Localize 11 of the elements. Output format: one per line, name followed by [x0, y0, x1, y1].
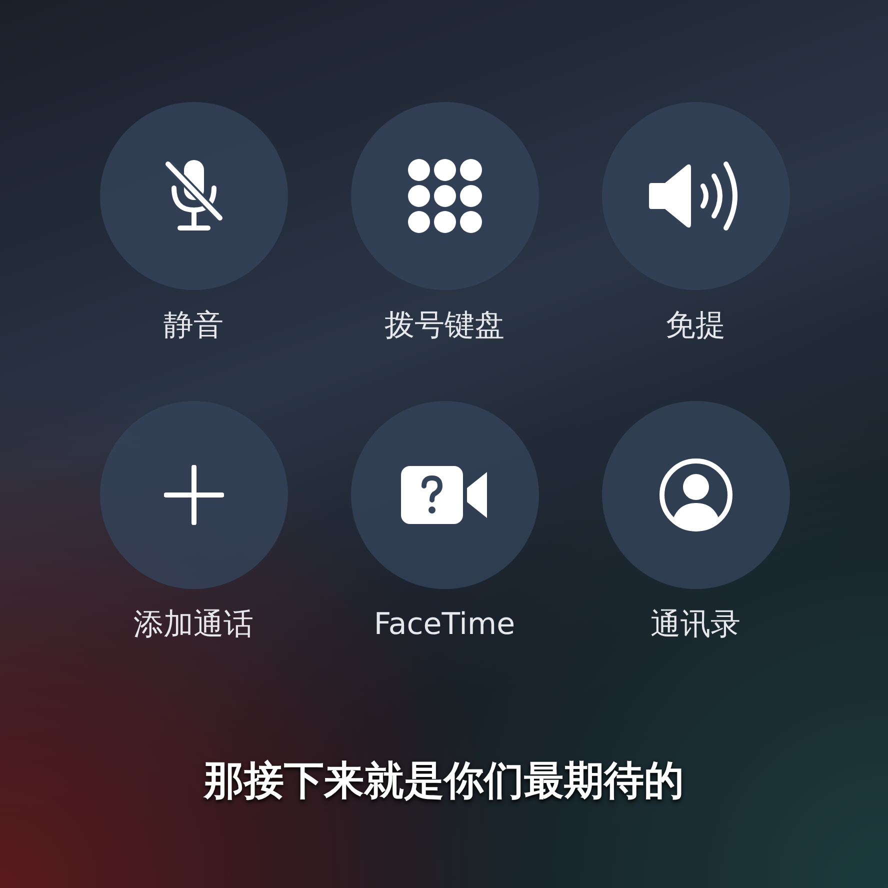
subtitle: 那接下来就是你们最期待的: [204, 757, 684, 806]
keypad-icon: [406, 158, 482, 234]
button-label: 添加通话: [134, 606, 254, 644]
video-camera-icon: [400, 466, 488, 524]
button-label: 免提: [666, 307, 726, 345]
button-label: 静音: [164, 307, 224, 345]
button-label: 通讯录: [650, 606, 740, 644]
person-circle-icon: [658, 458, 732, 532]
plus-icon: [164, 465, 224, 525]
button-label: 拨号键盘: [384, 307, 504, 345]
button-label: FaceTime: [374, 606, 516, 644]
